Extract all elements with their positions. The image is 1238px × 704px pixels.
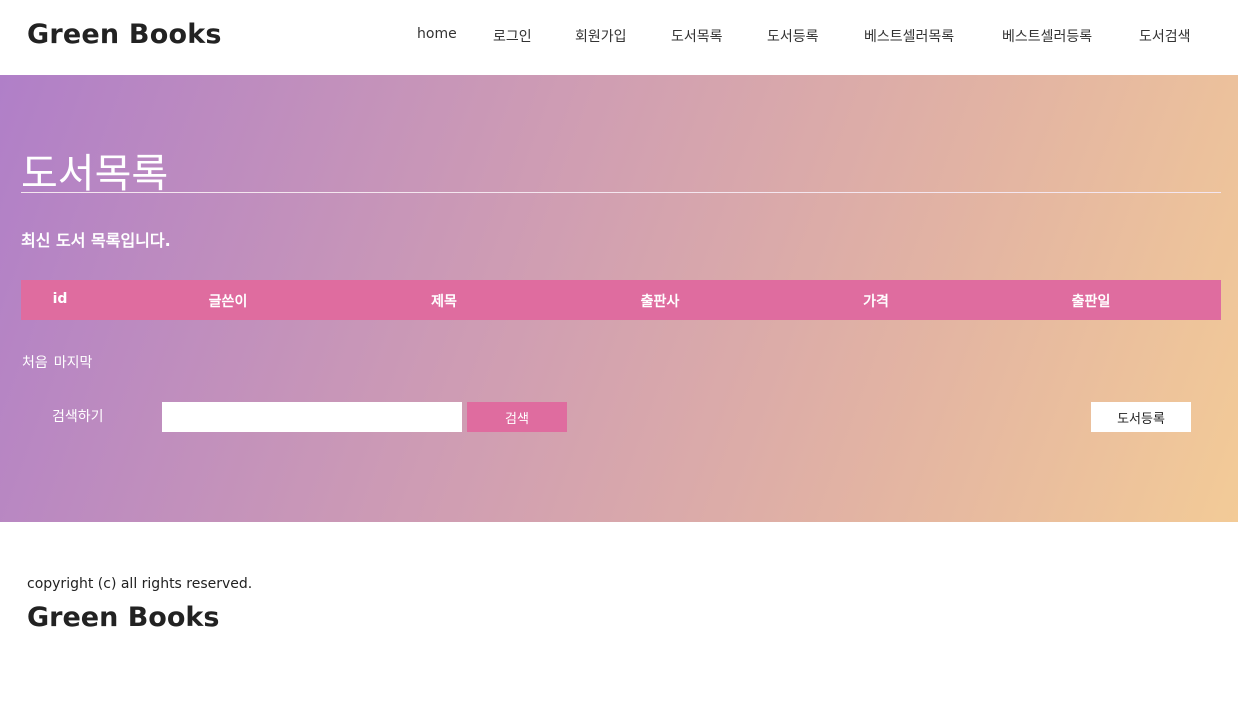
main-nav: home 로그인 회원가입 도서목록 도서등록 베스트셀러목록 베스트셀러등록 … <box>0 26 1238 46</box>
title-divider <box>21 192 1221 193</box>
column-header-title: 제목 <box>431 294 457 310</box>
book-register-button[interactable]: 도서등록 <box>1091 402 1191 432</box>
nav-bestseller-list[interactable]: 베스트셀러목록 <box>864 26 954 46</box>
book-list-section: 도서목록 최신 도서 목록입니다. id 글쓴이 제목 출판사 가격 출판일 처… <box>0 75 1238 522</box>
column-header-publisher: 출판사 <box>640 294 680 310</box>
column-header-publish-date: 출판일 <box>1071 294 1111 310</box>
nav-signup[interactable]: 회원가입 <box>575 26 627 46</box>
column-header-price: 가격 <box>863 294 889 310</box>
nav-book-list[interactable]: 도서목록 <box>671 26 723 46</box>
site-footer: copyright (c) all rights reserved. Green… <box>0 522 1238 704</box>
pager-first[interactable]: 처음 <box>22 355 48 371</box>
book-table-header: id 글쓴이 제목 출판사 가격 출판일 <box>21 280 1221 320</box>
pagination: 처음 마지막 <box>22 352 98 372</box>
search-input[interactable] <box>162 402 462 432</box>
search-label: 검색하기 <box>52 409 104 425</box>
column-header-id: id <box>52 291 68 307</box>
footer-logo: Green Books <box>27 602 220 633</box>
site-header: Green Books home 로그인 회원가입 도서목록 도서등록 베스트셀… <box>0 0 1238 75</box>
nav-login[interactable]: 로그인 <box>493 26 532 46</box>
page-title: 도서목록 <box>21 151 169 197</box>
copyright-text: copyright (c) all rights reserved. <box>27 576 253 592</box>
nav-home[interactable]: home <box>417 26 457 42</box>
nav-book-search[interactable]: 도서검색 <box>1139 26 1191 46</box>
nav-book-register[interactable]: 도서등록 <box>767 26 819 46</box>
page-subtitle: 최신 도서 목록입니다. <box>21 231 171 250</box>
column-header-author: 글쓴이 <box>208 294 248 310</box>
nav-bestseller-register[interactable]: 베스트셀러등록 <box>1002 26 1092 46</box>
pager-last[interactable]: 마지막 <box>54 355 93 371</box>
search-button[interactable]: 검색 <box>467 402 567 432</box>
